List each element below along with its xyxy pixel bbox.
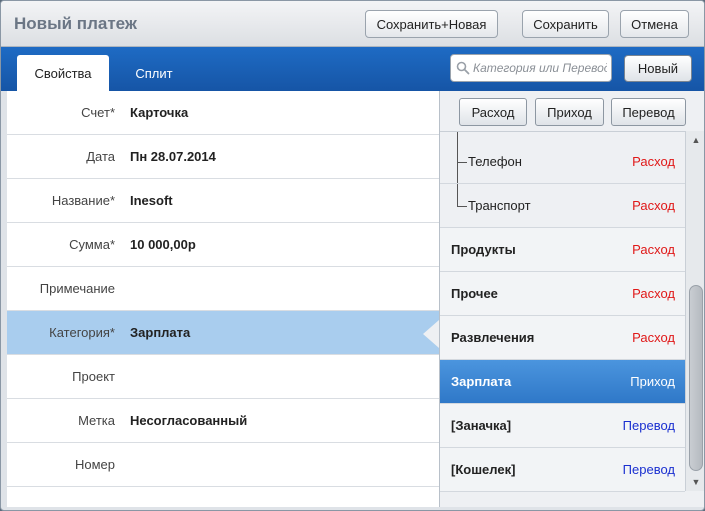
- field-category[interactable]: Категория* Зарплата: [7, 311, 439, 355]
- category-type: Перевод: [622, 462, 675, 477]
- category-name: Телефон: [468, 154, 522, 169]
- field-label: Номер: [74, 457, 115, 472]
- category-name: Прочее: [451, 286, 498, 301]
- category-type: Приход: [630, 374, 675, 389]
- field-number[interactable]: Номер: [7, 443, 439, 487]
- field-value: Несогласованный: [130, 413, 248, 428]
- selection-pointer: [423, 320, 439, 348]
- field-date[interactable]: Дата Пн 28.07.2014: [7, 135, 439, 179]
- filter-income-button[interactable]: Приход: [535, 98, 604, 126]
- list-item[interactable]: [Кошелек] Перевод: [440, 448, 685, 492]
- tab-properties[interactable]: Свойства: [17, 55, 109, 91]
- new-category-button[interactable]: Новый: [624, 55, 692, 82]
- search-icon: [456, 61, 470, 75]
- field-tag[interactable]: Метка Несогласованный: [7, 399, 439, 443]
- title-bar: Новый платеж Сохранить+Новая Сохранить О…: [1, 1, 704, 47]
- field-label: Категория*: [49, 325, 115, 340]
- dialog-title: Новый платеж: [14, 14, 137, 33]
- field-note[interactable]: Примечание: [7, 267, 439, 311]
- properties-form: Счет* Карточка Дата Пн 28.07.2014 Назван…: [7, 91, 439, 507]
- category-name: [Кошелек]: [451, 462, 516, 477]
- category-name: [Заначка]: [451, 418, 512, 433]
- field-label: Примечание: [39, 281, 115, 296]
- field-value: Зарплата: [130, 325, 191, 340]
- list-item[interactable]: Продукты Расход: [440, 228, 685, 272]
- save-button[interactable]: Сохранить: [522, 10, 609, 38]
- list-item[interactable]: Прочее Расход: [440, 272, 685, 316]
- category-name: Зарплата: [451, 374, 512, 389]
- field-label: Счет*: [81, 105, 115, 120]
- category-list: Телефон Расход Транспорт Расход Продукты…: [440, 131, 685, 507]
- category-type: Расход: [632, 198, 675, 213]
- list-item[interactable]: Развлечения Расход: [440, 316, 685, 360]
- category-name: Транспорт: [468, 198, 531, 213]
- list-item[interactable]: Телефон Расход: [440, 140, 685, 184]
- category-search-input[interactable]: [473, 59, 607, 77]
- category-type: Расход: [632, 242, 675, 257]
- category-name: Продукты: [451, 242, 516, 257]
- scroll-up-arrow-icon[interactable]: ▲: [688, 133, 704, 147]
- field-name[interactable]: Название* Inesoft: [7, 179, 439, 223]
- field-label: Проект: [72, 369, 115, 384]
- filter-transfer-button[interactable]: Перевод: [611, 98, 686, 126]
- scrollbar-thumb[interactable]: [689, 285, 703, 471]
- save-new-button[interactable]: Сохранить+Новая: [365, 10, 498, 38]
- cancel-button[interactable]: Отмена: [620, 10, 689, 38]
- category-name: Развлечения: [451, 330, 535, 345]
- category-scrollbar[interactable]: ▲ ▼: [685, 131, 704, 491]
- list-item[interactable]: Зарплата Приход: [440, 360, 685, 404]
- new-payment-dialog: Новый платеж Сохранить+Новая Сохранить О…: [0, 0, 705, 511]
- field-label: Метка: [78, 413, 115, 428]
- field-value: 10 000,00р: [130, 237, 196, 252]
- category-type: Расход: [632, 286, 675, 301]
- scroll-down-arrow-icon[interactable]: ▼: [688, 475, 704, 489]
- field-value: Пн 28.07.2014: [130, 149, 216, 164]
- field-value: Карточка: [130, 105, 189, 120]
- tab-split[interactable]: Сплит: [121, 55, 187, 91]
- list-item[interactable]: Транспорт Расход: [440, 184, 685, 228]
- filter-expense-button[interactable]: Расход: [459, 98, 527, 126]
- category-type: Перевод: [622, 418, 675, 433]
- field-label: Сумма*: [69, 237, 115, 252]
- category-type: Расход: [632, 330, 675, 345]
- list-item[interactable]: [Заначка] Перевод: [440, 404, 685, 448]
- category-type: Расход: [632, 154, 675, 169]
- category-search-box[interactable]: [450, 54, 612, 82]
- field-account[interactable]: Счет* Карточка: [7, 91, 439, 135]
- field-project[interactable]: Проект: [7, 355, 439, 399]
- field-label: Название*: [51, 193, 115, 208]
- field-value: Inesoft: [130, 193, 173, 208]
- field-amount[interactable]: Сумма* 10 000,00р: [7, 223, 439, 267]
- category-panel: Расход Приход Перевод Телефон Расход Тра…: [439, 91, 704, 507]
- field-label: Дата: [86, 149, 115, 164]
